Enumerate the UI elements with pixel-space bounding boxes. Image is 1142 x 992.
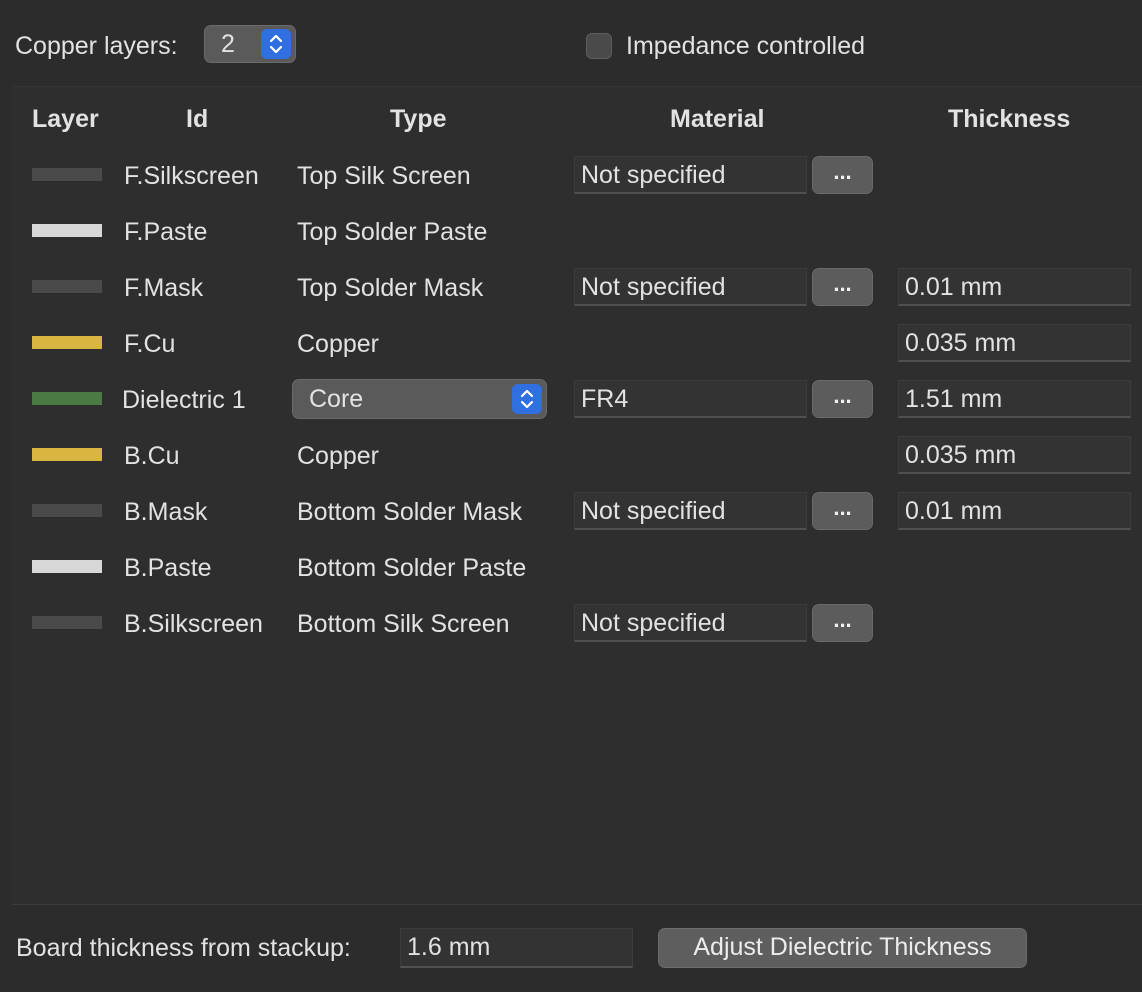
column-header-material: Material xyxy=(670,105,765,133)
column-header-thickness: Thickness xyxy=(948,105,1071,133)
column-header-id: Id xyxy=(186,105,209,133)
material-select-button[interactable]: ... xyxy=(812,268,873,306)
layer-color-swatch xyxy=(32,616,102,629)
layer-color-swatch xyxy=(32,392,102,405)
thickness-field[interactable]: 0.01 mm xyxy=(898,268,1131,306)
layer-color-swatch xyxy=(32,168,102,181)
divider xyxy=(12,904,1142,905)
layer-type: Bottom Solder Mask xyxy=(297,498,523,526)
material-select-button[interactable]: ... xyxy=(812,492,873,530)
layer-id: B.Cu xyxy=(124,442,180,470)
layer-id: B.Mask xyxy=(124,498,208,526)
layer-type: Copper xyxy=(297,442,379,470)
layer-id: F.Cu xyxy=(124,330,176,358)
layer-color-swatch xyxy=(32,280,102,293)
material-field[interactable]: Not specified xyxy=(574,268,807,306)
thickness-field[interactable]: 0.035 mm xyxy=(898,324,1131,362)
layer-id: B.Silkscreen xyxy=(124,610,263,638)
copper-layers-value: 2 xyxy=(221,30,235,58)
layer-id: B.Paste xyxy=(124,554,212,582)
layer-type: Top Solder Mask xyxy=(297,274,484,302)
adjust-dielectric-thickness-button[interactable]: Adjust Dielectric Thickness xyxy=(658,928,1027,968)
layer-color-swatch xyxy=(32,448,102,461)
thickness-field[interactable]: 0.035 mm xyxy=(898,436,1131,474)
thickness-field[interactable]: 0.01 mm xyxy=(898,492,1131,530)
material-field[interactable]: FR4 xyxy=(574,380,807,418)
impedance-controlled-label: Impedance controlled xyxy=(626,32,866,60)
layer-color-swatch xyxy=(32,560,102,573)
column-header-layer: Layer xyxy=(32,105,99,133)
copper-layers-label: Copper layers: xyxy=(15,32,178,60)
layer-color-swatch xyxy=(32,224,102,237)
material-field[interactable]: Not specified xyxy=(574,604,807,642)
impedance-controlled-checkbox[interactable] xyxy=(586,33,612,59)
material-field[interactable]: Not specified xyxy=(574,156,807,194)
column-header-type: Type xyxy=(390,105,447,133)
thickness-field[interactable]: 1.51 mm xyxy=(898,380,1131,418)
material-select-button[interactable]: ... xyxy=(812,156,873,194)
material-field[interactable]: Not specified xyxy=(574,492,807,530)
material-select-button[interactable]: ... xyxy=(812,380,873,418)
layer-type: Top Solder Paste xyxy=(297,218,488,246)
layer-id: F.Mask xyxy=(124,274,204,302)
layer-color-swatch xyxy=(32,336,102,349)
layer-id: F.Silkscreen xyxy=(124,162,259,190)
layer-type: Bottom Silk Screen xyxy=(297,610,510,638)
layer-type: Top Silk Screen xyxy=(297,162,471,190)
up-down-chevron-icon xyxy=(512,384,542,414)
layer-id: Dielectric 1 xyxy=(122,386,246,414)
board-thickness-label: Board thickness from stackup: xyxy=(16,934,351,962)
layer-type: Bottom Solder Paste xyxy=(297,554,527,582)
layer-color-swatch xyxy=(32,504,102,517)
material-select-button[interactable]: ... xyxy=(812,604,873,642)
dielectric-type-value: Core xyxy=(309,385,364,413)
layer-id: F.Paste xyxy=(124,218,208,246)
layer-type: Copper xyxy=(297,330,379,358)
copper-layers-select[interactable]: 2 xyxy=(204,25,296,63)
board-thickness-field[interactable]: 1.6 mm xyxy=(400,928,633,968)
dielectric-type-select[interactable]: Core xyxy=(292,379,547,419)
up-down-chevron-icon xyxy=(261,29,291,59)
